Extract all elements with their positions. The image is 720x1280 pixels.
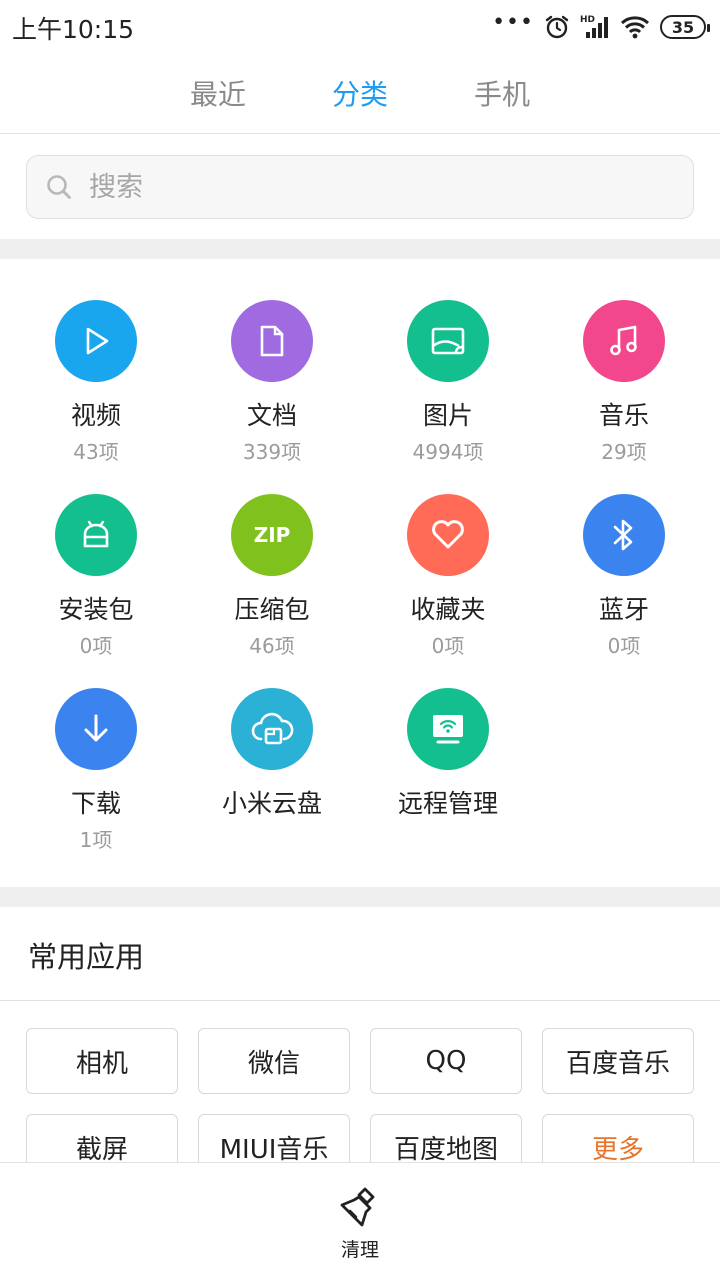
category-download[interactable]: 下载 1项 (8, 688, 184, 882)
broom-icon (340, 1187, 375, 1227)
android-icon (55, 494, 137, 576)
more-dots-icon: ••• (492, 10, 534, 35)
category-count: 29项 (601, 440, 647, 464)
category-name: 远程管理 (397, 789, 498, 818)
app-button-qq[interactable]: QQ (370, 1028, 522, 1094)
category-count: 0项 (607, 634, 641, 658)
common-apps-grid: 相机 微信 QQ 百度音乐 截屏 MIUI音乐 百度地图 更多 (26, 1028, 694, 1180)
category-name: 视频 (70, 401, 121, 430)
category-image[interactable]: 图片 4994项 (360, 300, 536, 494)
category-count: 46项 (249, 634, 295, 658)
status-time: 上午10:15 (12, 15, 135, 44)
section-divider (0, 887, 720, 907)
search-bar[interactable] (26, 155, 694, 219)
network-type-text: HD (580, 15, 595, 25)
category-music[interactable]: 音乐 29项 (536, 300, 712, 494)
category-name: 安装包 (58, 595, 134, 624)
music-note-icon (583, 300, 665, 382)
app-button-baidu-music[interactable]: 百度音乐 (542, 1028, 694, 1094)
app-button-wechat[interactable]: 微信 (198, 1028, 350, 1094)
category-remote-management[interactable]: 远程管理 (360, 688, 536, 882)
category-name: 蓝牙 (598, 595, 649, 624)
status-icons: ••• HD 35 (492, 10, 710, 42)
play-icon (55, 300, 137, 382)
category-document[interactable]: 文档 339项 (184, 300, 360, 494)
category-name: 音乐 (598, 401, 649, 430)
search-input[interactable] (89, 171, 649, 203)
category-name: 小米云盘 (221, 789, 322, 818)
tab-phone[interactable]: 手机 (474, 73, 530, 113)
bottom-bar: 清理 (0, 1162, 720, 1280)
cloud-icon (231, 688, 313, 770)
image-icon (407, 300, 489, 382)
tab-recent[interactable]: 最近 (190, 73, 246, 113)
category-zip[interactable]: ZIP 压缩包 46项 (184, 494, 360, 688)
category-name: 压缩包 (234, 595, 310, 624)
category-name: 文档 (246, 401, 297, 430)
top-tabs: 最近 分类 手机 (0, 52, 720, 134)
category-name: 收藏夹 (410, 595, 486, 624)
category-grid: 视频 43项 文档 339项 图片 4994项 音乐 29项 安装包 0项 ZI… (8, 300, 712, 882)
clean-button[interactable]: 清理 (318, 1185, 402, 1262)
category-count: 4994项 (412, 440, 484, 464)
battery-indicator: 35 (660, 15, 710, 39)
alarm-icon (544, 14, 570, 40)
category-count: 339项 (242, 440, 302, 464)
category-apk[interactable]: 安装包 0项 (8, 494, 184, 688)
download-icon (55, 688, 137, 770)
section-divider (0, 239, 720, 259)
zip-icon: ZIP (231, 494, 313, 576)
signal-icon: HD (580, 14, 610, 40)
document-icon (231, 300, 313, 382)
zip-badge-text: ZIP (253, 523, 291, 547)
category-count: 43项 (73, 440, 119, 464)
category-name: 图片 (422, 401, 473, 430)
category-video[interactable]: 视频 43项 (8, 300, 184, 494)
category-count: 1项 (79, 828, 113, 852)
search-icon (47, 175, 71, 199)
clean-label: 清理 (340, 1239, 379, 1261)
app-button-camera[interactable]: 相机 (26, 1028, 178, 1094)
category-count: 0项 (431, 634, 465, 658)
status-bar: 上午10:15 ••• HD 35 (0, 0, 720, 52)
section-line (0, 1000, 720, 1001)
category-count: 0项 (79, 634, 113, 658)
heart-icon (407, 494, 489, 576)
remote-icon (407, 688, 489, 770)
bluetooth-icon (583, 494, 665, 576)
wifi-icon (620, 15, 650, 39)
category-name: 下载 (70, 789, 121, 818)
common-apps-title: 常用应用 (28, 940, 145, 974)
tab-category[interactable]: 分类 (332, 73, 388, 113)
category-favorites[interactable]: 收藏夹 0项 (360, 494, 536, 688)
category-bluetooth[interactable]: 蓝牙 0项 (536, 494, 712, 688)
category-mi-cloud[interactable]: 小米云盘 (184, 688, 360, 882)
